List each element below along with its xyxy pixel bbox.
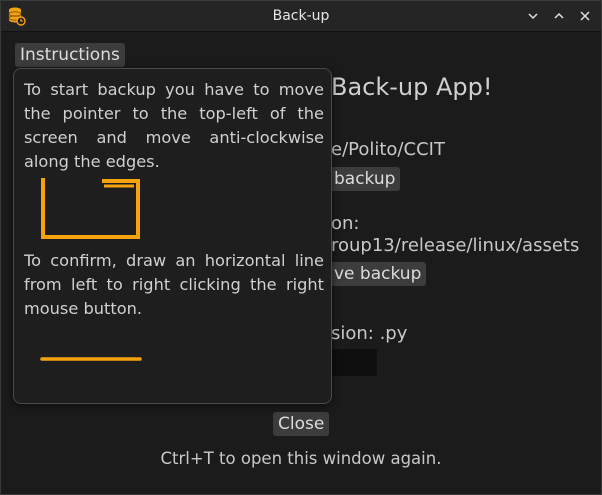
extension-label: sion: .py	[331, 323, 408, 344]
title-bar[interactable]: Back-up	[1, 1, 601, 32]
destination-label: on:	[331, 213, 360, 234]
minimize-icon[interactable]	[525, 8, 541, 24]
destination-path-label: roup13/release/linux/assets	[331, 235, 580, 256]
shortcut-hint: Ctrl+T to open this window again.	[160, 449, 442, 468]
destination-backup-button[interactable]: ve backup	[329, 262, 427, 286]
app-heading: Back-up App!	[331, 73, 493, 101]
start-instructions-text: To start backup you have to move the poi…	[24, 80, 324, 171]
source-backup-button[interactable]: backup	[329, 167, 401, 191]
confirm-instructions-text: To confirm, draw an horizontal line from…	[24, 251, 324, 318]
anticlockwise-gesture-icon	[41, 178, 140, 239]
instructions-popup: To start backup you have to move the poi…	[13, 68, 332, 404]
instructions-button[interactable]: Instructions	[15, 43, 125, 67]
extension-input[interactable]	[329, 349, 377, 376]
window-controls	[525, 1, 593, 31]
close-icon[interactable]	[577, 8, 593, 24]
window-title: Back-up	[272, 8, 330, 24]
horizontal-line-gesture-icon	[40, 357, 142, 361]
maximize-icon[interactable]	[551, 8, 567, 24]
close-button[interactable]: Close	[273, 412, 330, 436]
app-window: Back-up Back-up App! e/Polito/CCIT backu…	[0, 0, 602, 495]
source-path-label: e/Polito/CCIT	[331, 139, 445, 160]
